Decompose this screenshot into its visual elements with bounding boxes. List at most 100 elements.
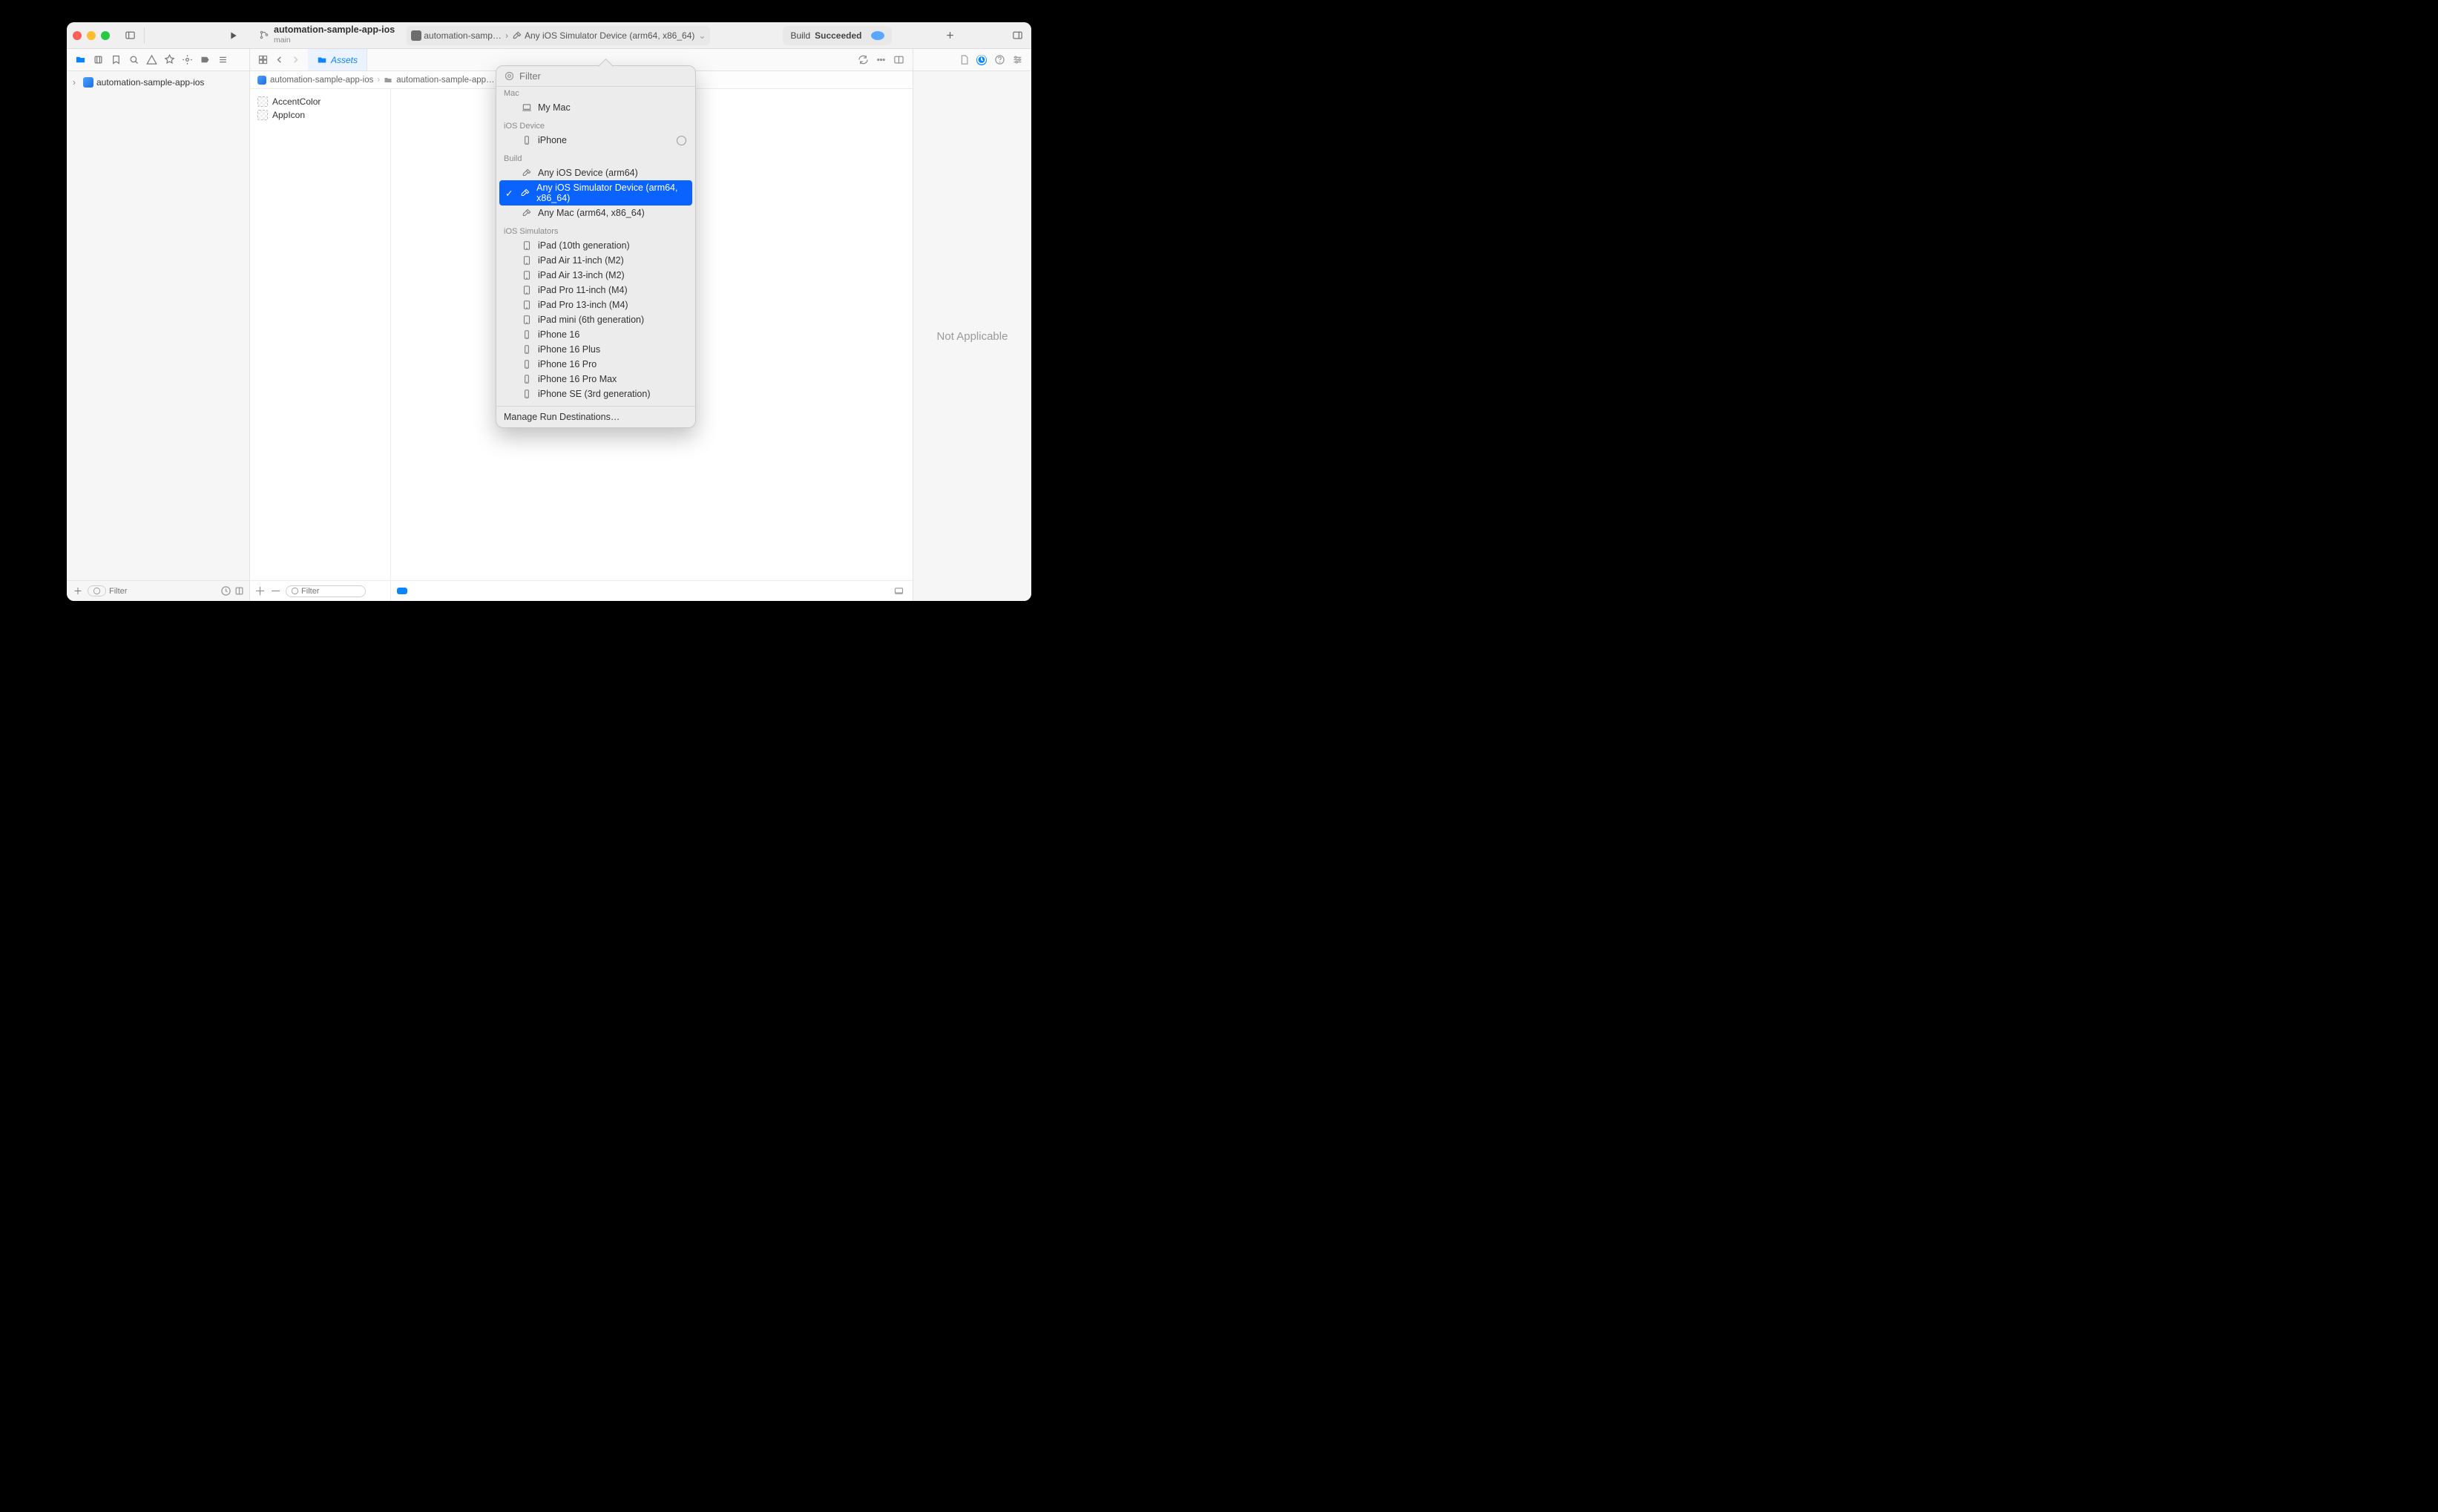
swatch-icon [257, 96, 268, 107]
destination-item-label: iPad Air 13-inch (M2) [538, 270, 625, 280]
destination-item[interactable]: iPad Air 13-inch (M2) [499, 268, 692, 283]
destination-item-label: iPad Pro 11-inch (M4) [538, 285, 628, 295]
xcode-window: automation-sample-app-ios main automatio… [67, 22, 1031, 601]
file-inspector-icon[interactable] [956, 52, 972, 68]
destination-item-label: iPhone 16 Pro [538, 359, 597, 369]
iphone-icon [522, 329, 532, 340]
editor-options-icon[interactable] [873, 52, 889, 68]
find-navigator-icon[interactable] [125, 51, 142, 69]
forward-icon[interactable] [287, 52, 303, 68]
destination-item[interactable]: iPhone 16 [499, 327, 692, 342]
report-navigator-icon[interactable] [214, 51, 231, 69]
asset-item-label: AccentColor [272, 96, 321, 107]
help-inspector-icon[interactable] [991, 52, 1008, 68]
run-destination-pill[interactable]: automation-samp… › Any iOS Simulator Dev… [407, 26, 710, 45]
destination-item-label: Any iOS Simulator Device (arm64, x86_64) [536, 183, 686, 203]
add-asset-icon[interactable]: ＋ [254, 583, 266, 599]
build-label: Build [790, 30, 810, 41]
iphone-icon [522, 135, 532, 145]
asset-filter-input[interactable] [301, 587, 361, 596]
toggle-left-sidebar-icon[interactable] [122, 27, 138, 44]
run-button[interactable] [225, 27, 241, 44]
destination-popover: MacMy MaciOS DeviceiPhoneBuildAny iOS De… [496, 65, 696, 428]
iphone-icon [522, 389, 532, 399]
navigator-panel: › automation-sample-app-ios ＋ [67, 71, 250, 601]
asset-item[interactable]: AccentColor [257, 95, 383, 108]
destination-item[interactable]: iPad Pro 11-inch (M4) [499, 283, 692, 298]
swatch-icon [257, 110, 268, 120]
destination-item[interactable]: iPhone 16 Plus [499, 342, 692, 357]
destination-item[interactable]: My Mac [499, 100, 692, 115]
source-control-navigator-icon[interactable] [89, 51, 107, 69]
add-editor-icon[interactable] [890, 52, 907, 68]
debug-navigator-icon[interactable] [178, 51, 196, 69]
close-window[interactable] [73, 31, 82, 40]
inspector-panel: Not Applicable [913, 71, 1031, 601]
app-icon [411, 30, 421, 41]
scm-filter-icon[interactable] [233, 583, 245, 599]
destination-item[interactable]: iPad Pro 13-inch (M4) [499, 298, 692, 312]
destination-item[interactable]: iPhone SE (3rd generation) [499, 387, 692, 401]
destination-item[interactable]: iPad (10th generation) [499, 238, 692, 253]
hammer-icon [522, 208, 532, 218]
bookmark-navigator-icon[interactable] [107, 51, 125, 69]
tab-assets[interactable]: Assets [308, 49, 367, 70]
refresh-icon[interactable] [855, 52, 871, 68]
destination-item[interactable]: ✓Any iOS Simulator Device (arm64, x86_64… [499, 180, 692, 206]
add-button[interactable] [942, 27, 959, 44]
scheme-selector[interactable]: automation-sample-app-ios main [259, 25, 395, 45]
ipad-icon [522, 255, 532, 266]
history-inspector-icon[interactable] [973, 52, 990, 68]
activity-view[interactable]: Build Succeeded [783, 26, 891, 45]
laptop-icon [522, 102, 532, 113]
zoom-window[interactable] [101, 31, 110, 40]
related-items-icon[interactable] [254, 52, 271, 68]
destination-item[interactable]: iPhone 16 Pro [499, 357, 692, 372]
back-icon[interactable] [271, 52, 287, 68]
destination-item[interactable]: iPhone [499, 133, 692, 148]
breakpoint-navigator-icon[interactable] [196, 51, 214, 69]
destination-item[interactable]: iPhone 16 Pro Max [499, 372, 692, 387]
separator [144, 27, 145, 44]
destination-item[interactable]: Any Mac (arm64, x86_64) [499, 206, 692, 220]
minimize-window[interactable] [87, 31, 96, 40]
ipad-icon [522, 300, 532, 310]
chevron-right-icon[interactable]: › [73, 77, 80, 88]
destination-item-label: My Mac [538, 102, 571, 113]
destination-item[interactable]: Any iOS Device (arm64) [499, 165, 692, 180]
canvas-footer [391, 580, 913, 601]
asset-item[interactable]: AppIcon [257, 108, 383, 122]
popover-section-header: Mac [496, 87, 695, 99]
project-tree: › automation-sample-app-ios [67, 71, 249, 580]
attributes-inspector-icon[interactable] [1009, 52, 1025, 68]
chevron-right-icon: › [505, 30, 508, 41]
popover-filter-input[interactable] [519, 70, 688, 82]
project-navigator-icon[interactable] [71, 51, 89, 69]
tree-item-label: automation-sample-app-ios [96, 77, 204, 88]
add-file-icon[interactable]: ＋ [71, 583, 85, 599]
remove-asset-icon[interactable]: － [270, 583, 281, 599]
popover-search [496, 66, 695, 87]
asset-filter-scope[interactable] [286, 585, 366, 597]
iphone-icon [522, 359, 532, 369]
hammer-icon [520, 188, 530, 198]
filter-scope[interactable] [88, 585, 106, 596]
destination-item[interactable]: iPad Air 11-inch (M2) [499, 253, 692, 268]
test-navigator-icon[interactable] [160, 51, 178, 69]
destination-item-label: Any iOS Device (arm64) [538, 168, 638, 178]
chevron-down-icon: ⌄ [698, 30, 706, 41]
recent-filter-icon[interactable] [220, 583, 231, 599]
view-mode-icon[interactable] [890, 583, 907, 599]
destination-label: Any iOS Simulator Device (arm64, x86_64) [525, 30, 694, 41]
manage-destinations[interactable]: Manage Run Destinations… [496, 406, 695, 427]
iphone-icon [522, 344, 532, 355]
hammer-icon [512, 30, 522, 41]
toggle-right-sidebar-icon[interactable] [1009, 27, 1025, 44]
destination-item[interactable]: iPad mini (6th generation) [499, 312, 692, 327]
navigator-filter-input[interactable] [109, 587, 217, 596]
build-status: Succeeded [815, 30, 861, 41]
issue-navigator-icon[interactable] [142, 51, 160, 69]
destination-item-label: iPhone 16 Plus [538, 344, 600, 355]
tree-root-item[interactable]: › automation-sample-app-ios [67, 76, 249, 89]
tag-indicator[interactable] [397, 588, 407, 594]
